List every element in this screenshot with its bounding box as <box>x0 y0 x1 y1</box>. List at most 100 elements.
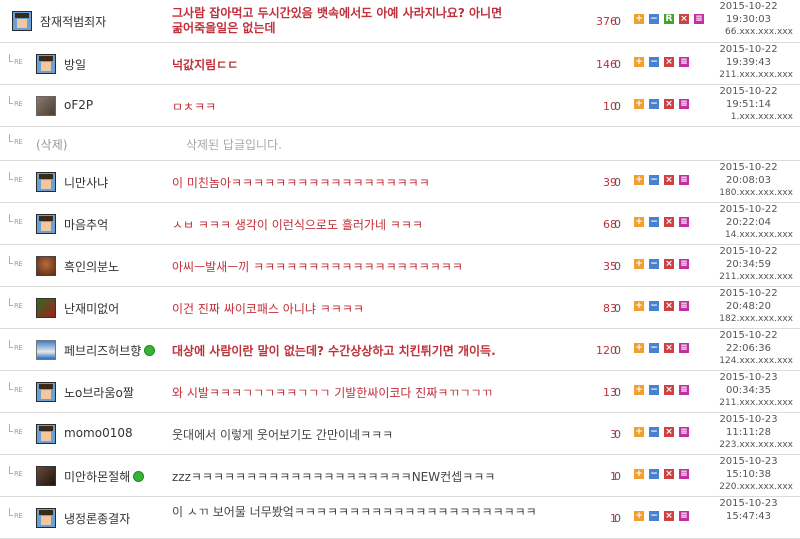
delete-button[interactable]: × <box>664 99 674 109</box>
message-button[interactable]: ≡ <box>679 427 689 437</box>
message-button[interactable]: ≡ <box>679 217 689 227</box>
reply-arrow-icon: RE <box>9 340 29 354</box>
delete-button[interactable]: × <box>664 301 674 311</box>
avatar[interactable] <box>36 382 56 402</box>
timestamp: 2015-10-22 20:34:59 211.xxx.xxx.xxx <box>700 246 797 284</box>
downvote-button[interactable]: − <box>649 14 659 24</box>
reply-arrow-icon: RE <box>9 382 29 396</box>
comment-nickname[interactable]: oF2P <box>64 98 93 112</box>
comment-date: 2015-10-22 <box>719 44 778 55</box>
message-button[interactable]: ≡ <box>679 301 689 311</box>
upvote-button[interactable]: + <box>634 469 644 479</box>
ip-address: 180.xxx.xxx.xxx <box>719 188 793 198</box>
oppose-count: 0 <box>614 58 621 71</box>
comment-nickname[interactable]: momo0108 <box>64 426 133 440</box>
comment-time: 20:22:04 <box>726 216 771 228</box>
upvote-button[interactable]: + <box>634 301 644 311</box>
comment-date: 2015-10-22 <box>719 1 778 12</box>
delete-button[interactable]: × <box>679 14 689 24</box>
downvote-button[interactable]: − <box>649 175 659 185</box>
downvote-button[interactable]: − <box>649 385 659 395</box>
upvote-button[interactable]: + <box>634 511 644 521</box>
avatar[interactable] <box>36 508 56 528</box>
avatar[interactable] <box>36 424 56 444</box>
comment-text: zzzㅋㅋㅋㅋㅋㅋㅋㅋㅋㅋㅋㅋㅋㅋㅋㅋㅋㅋㅋㅋNEW컨셉ㅋㅋㅋ <box>172 470 496 484</box>
comment-date: 2015-10-22 <box>719 86 778 97</box>
downvote-button[interactable]: − <box>649 427 659 437</box>
delete-button[interactable]: × <box>664 385 674 395</box>
upvote-button[interactable]: + <box>634 259 644 269</box>
reply-arrow-icon: RE <box>9 424 29 438</box>
delete-button[interactable]: × <box>664 427 674 437</box>
comment-time: 19:39:43 <box>726 56 771 68</box>
downvote-button[interactable]: − <box>649 469 659 479</box>
comment-nickname[interactable]: 냉정론종결자 <box>64 510 130 527</box>
comment-nickname[interactable]: 페브리즈허브향 <box>64 342 156 359</box>
comment-row: RE 냉정론종결자 이 ㅅㄲ 보어물 너무봤엌ㅋㅋㅋㅋㅋㅋㅋㅋㅋㅋㅋㅋㅋㅋㅋㅋㅋ… <box>0 497 800 539</box>
delete-button[interactable]: × <box>664 57 674 67</box>
avatar[interactable] <box>36 172 56 192</box>
avatar[interactable] <box>36 298 56 318</box>
avatar[interactable] <box>36 96 56 116</box>
message-button[interactable]: ≡ <box>679 99 689 109</box>
upvote-button[interactable]: + <box>634 175 644 185</box>
comment-nickname[interactable]: 니만사냐 <box>64 174 108 191</box>
comment-row: RE 노o브라움o짤 와 시발ㅋㅋㅋㄱㄱㄱㅋㅋㄱㄱㄱ 기발한싸이코다 진짜ㅋㄲㄱ… <box>0 371 800 413</box>
reply-button[interactable]: R <box>664 14 674 24</box>
delete-button[interactable]: × <box>664 259 674 269</box>
delete-button[interactable]: × <box>664 343 674 353</box>
upvote-button[interactable]: + <box>634 427 644 437</box>
comment-text: 아씨ㅡ발새ㅡ끼 ㅋㅋㅋㅋㅋㅋㅋㅋㅋㅋㅋㅋㅋㅋㅋㅋㅋㅋㅋ <box>172 260 463 274</box>
avatar[interactable] <box>36 54 56 74</box>
downvote-button[interactable]: − <box>649 301 659 311</box>
message-button[interactable]: ≡ <box>679 57 689 67</box>
message-button[interactable]: ≡ <box>679 343 689 353</box>
comment-nickname[interactable]: 흑인의분노 <box>64 258 119 275</box>
comment-nickname[interactable]: 잠재적범죄자 <box>40 13 106 30</box>
comment-text: 대상에 사람이란 말이 없는데? 수간상상하고 치킨튀기면 개이득. <box>172 344 496 358</box>
comment-nickname[interactable]: 난재미없어 <box>64 300 119 317</box>
message-button[interactable]: ≡ <box>679 511 689 521</box>
delete-button[interactable]: × <box>664 511 674 521</box>
downvote-button[interactable]: − <box>649 57 659 67</box>
oppose-count: 0 <box>614 512 621 525</box>
upvote-button[interactable]: + <box>634 217 644 227</box>
ip-address: 211.xxx.xxx.xxx <box>719 398 793 408</box>
downvote-button[interactable]: − <box>649 217 659 227</box>
delete-button[interactable]: × <box>664 217 674 227</box>
comment-list: 잠재적범죄자 그사람 잡아먹고 두시간있음 뱃속에서도 아예 사라지나요? 아니… <box>0 0 800 539</box>
downvote-button[interactable]: − <box>649 511 659 521</box>
downvote-button[interactable]: − <box>649 343 659 353</box>
avatar[interactable] <box>36 340 56 360</box>
upvote-button[interactable]: + <box>634 14 644 24</box>
comment-time: 19:51:14 <box>726 98 771 110</box>
oppose-count: 0 <box>614 260 621 273</box>
comment-nickname[interactable]: 마음추억 <box>64 216 108 233</box>
comment-nickname[interactable]: 미안하몬절해 <box>64 468 145 485</box>
avatar[interactable] <box>36 256 56 276</box>
downvote-button[interactable]: − <box>649 99 659 109</box>
avatar[interactable] <box>12 11 32 31</box>
avatar[interactable] <box>36 466 56 486</box>
reply-arrow-icon: RE <box>9 508 29 522</box>
comment-text: 웃대에서 이렇게 웃어보기도 간만이네ㅋㅋㅋ <box>172 428 394 442</box>
message-button[interactable]: ≡ <box>679 385 689 395</box>
upvote-button[interactable]: + <box>634 99 644 109</box>
comment-nickname[interactable]: 노o브라움o짤 <box>64 384 134 401</box>
delete-button[interactable]: × <box>664 469 674 479</box>
reply-arrow-icon: RE <box>9 54 29 68</box>
upvote-button[interactable]: + <box>634 57 644 67</box>
comment-row: RE 난재미없어 이건 진짜 싸이코패스 아니냐 ㅋㅋㅋㅋ 83 0 + − ×… <box>0 287 800 329</box>
upvote-button[interactable]: + <box>634 343 644 353</box>
delete-button[interactable]: × <box>664 175 674 185</box>
message-button[interactable]: ≡ <box>679 469 689 479</box>
comment-nickname[interactable]: 방일 <box>64 56 86 73</box>
upvote-button[interactable]: + <box>634 385 644 395</box>
message-button[interactable]: ≡ <box>679 259 689 269</box>
reply-arrow-icon: RE <box>9 256 29 270</box>
avatar[interactable] <box>36 214 56 234</box>
oppose-count: 0 <box>614 470 621 483</box>
downvote-button[interactable]: − <box>649 259 659 269</box>
comment-time: 15:10:38 <box>726 468 771 480</box>
message-button[interactable]: ≡ <box>679 175 689 185</box>
